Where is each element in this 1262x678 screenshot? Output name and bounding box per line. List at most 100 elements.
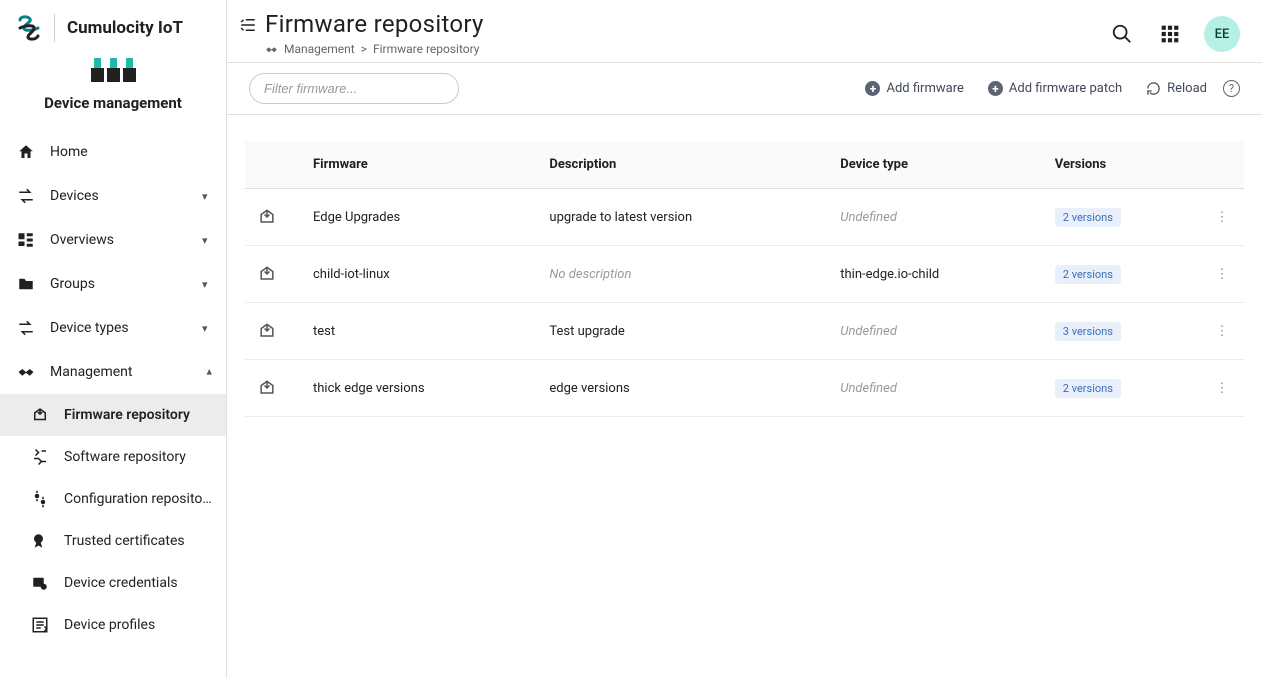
title-area: Firmware repository Management > Firmwar…	[265, 10, 1108, 56]
add-firmware-patch-button[interactable]: + Add firmware patch	[980, 77, 1130, 100]
firmware-icon	[245, 246, 301, 303]
cell-device-type: Undefined	[828, 189, 1043, 246]
cell-device-type: thin-edge.io-child	[828, 246, 1043, 303]
nav-sub-firmware-repository[interactable]: Firmware repository	[0, 394, 226, 436]
breadcrumb-leaf: Firmware repository	[373, 42, 480, 56]
nav-groups[interactable]: Groups ▾	[0, 262, 226, 306]
cell-name: Edge Upgrades	[301, 189, 537, 246]
cell-description: Test upgrade	[537, 303, 828, 360]
app-icon	[0, 58, 226, 86]
nav-label: Management	[50, 364, 188, 380]
sidebar-toggle-button[interactable]	[239, 10, 265, 34]
page-title: Firmware repository	[265, 10, 1108, 38]
certificate-icon	[30, 531, 50, 551]
th-versions[interactable]: Versions	[1043, 141, 1200, 189]
nav-sub-label: Configuration reposito...	[64, 491, 212, 507]
folder-icon	[16, 274, 36, 294]
table-row[interactable]: testTest upgradeUndefined3 versions⋮	[245, 303, 1244, 360]
version-badge: 2 versions	[1055, 379, 1121, 398]
sidebar: Cumulocity IoT Device management Home De…	[0, 0, 227, 678]
nav-label: Overviews	[50, 232, 188, 248]
chevron-down-icon: ▾	[202, 190, 212, 203]
firmware-table: Firmware Description Device type Version…	[245, 141, 1244, 417]
nav-label: Groups	[50, 276, 188, 292]
row-menu-button[interactable]: ⋮	[1200, 360, 1244, 417]
firmware-icon	[30, 405, 50, 425]
user-avatar[interactable]: EE	[1204, 16, 1240, 52]
cell-device-type: Undefined	[828, 360, 1043, 417]
nav-home[interactable]: Home	[0, 130, 226, 174]
firmware-icon	[245, 360, 301, 417]
nav-management-group: Management ▾ Firmware repository Softwar…	[0, 350, 226, 646]
th-device-type[interactable]: Device type	[828, 141, 1043, 189]
cell-name: test	[301, 303, 537, 360]
apps-button[interactable]	[1156, 20, 1184, 48]
nav-sub-software-repository[interactable]: Software repository	[0, 436, 226, 478]
nav-sub-label: Device credentials	[64, 575, 212, 591]
nav-sub-label: Software repository	[64, 449, 212, 465]
plus-circle-icon: +	[988, 81, 1003, 96]
action-bar: + Add firmware + Add firmware patch Relo…	[227, 63, 1262, 115]
profiles-icon	[30, 615, 50, 635]
cell-description: No description	[537, 246, 828, 303]
cell-versions: 2 versions	[1043, 189, 1200, 246]
row-menu-button[interactable]: ⋮	[1200, 189, 1244, 246]
firmware-icon	[245, 189, 301, 246]
cell-device-type: Undefined	[828, 303, 1043, 360]
credentials-icon	[30, 573, 50, 593]
action-label: Reload	[1167, 81, 1207, 96]
nav-devices[interactable]: Devices ▾	[0, 174, 226, 218]
nav-label: Device types	[50, 320, 188, 336]
main: Firmware repository Management > Firmwar…	[227, 0, 1262, 678]
table-row[interactable]: Edge Upgradesupgrade to latest versionUn…	[245, 189, 1244, 246]
top-actions: EE	[1108, 10, 1240, 52]
nav-sub-trusted-certificates[interactable]: Trusted certificates	[0, 520, 226, 562]
th-firmware[interactable]: Firmware	[301, 141, 537, 189]
cell-name: thick edge versions	[301, 360, 537, 417]
device-types-icon	[16, 318, 36, 338]
action-label: Add firmware	[886, 81, 963, 96]
row-menu-button[interactable]: ⋮	[1200, 303, 1244, 360]
chevron-down-icon: ▾	[202, 278, 212, 291]
nav-label: Home	[50, 144, 212, 160]
breadcrumb-separator: >	[361, 42, 367, 56]
cell-description: upgrade to latest version	[537, 189, 828, 246]
nav-sub-configuration-repository[interactable]: Configuration reposito...	[0, 478, 226, 520]
cell-versions: 2 versions	[1043, 246, 1200, 303]
reload-icon	[1146, 81, 1161, 96]
software-icon	[30, 447, 50, 467]
nav-sub-device-profiles[interactable]: Device profiles	[0, 604, 226, 646]
add-firmware-button[interactable]: + Add firmware	[857, 77, 971, 100]
devices-icon	[16, 186, 36, 206]
breadcrumb-root[interactable]: Management	[284, 42, 355, 56]
table-row[interactable]: thick edge versionsedge versionsUndefine…	[245, 360, 1244, 417]
nav-overviews[interactable]: Overviews ▾	[0, 218, 226, 262]
breadcrumb: Management > Firmware repository	[265, 42, 1108, 56]
cell-name: child-iot-linux	[301, 246, 537, 303]
brand-divider	[54, 14, 55, 42]
app-block: Device management	[0, 52, 226, 126]
plus-circle-icon: +	[865, 81, 880, 96]
chevron-up-icon: ▾	[202, 366, 212, 379]
brand-logo	[16, 14, 42, 42]
brand-name: Cumulocity IoT	[67, 18, 183, 38]
help-button[interactable]: ?	[1223, 80, 1240, 97]
version-badge: 2 versions	[1055, 208, 1121, 227]
nav-label: Devices	[50, 188, 188, 204]
reload-button[interactable]: Reload	[1138, 77, 1215, 100]
th-description[interactable]: Description	[537, 141, 828, 189]
action-label: Add firmware patch	[1009, 81, 1122, 96]
search-button[interactable]	[1108, 20, 1136, 48]
nav: Home Devices ▾ Overviews ▾ Groups ▾ Devi…	[0, 126, 226, 678]
filter-input[interactable]	[249, 73, 459, 104]
cell-description: edge versions	[537, 360, 828, 417]
nav-sub-label: Firmware repository	[64, 407, 212, 423]
nav-management[interactable]: Management ▾	[0, 350, 226, 394]
nav-sub-label: Device profiles	[64, 617, 212, 633]
nav-sub-device-credentials[interactable]: Device credentials	[0, 562, 226, 604]
content: Firmware Description Device type Version…	[227, 115, 1262, 678]
nav-device-types[interactable]: Device types ▾	[0, 306, 226, 350]
firmware-icon	[245, 303, 301, 360]
row-menu-button[interactable]: ⋮	[1200, 246, 1244, 303]
table-row[interactable]: child-iot-linuxNo descriptionthin-edge.i…	[245, 246, 1244, 303]
